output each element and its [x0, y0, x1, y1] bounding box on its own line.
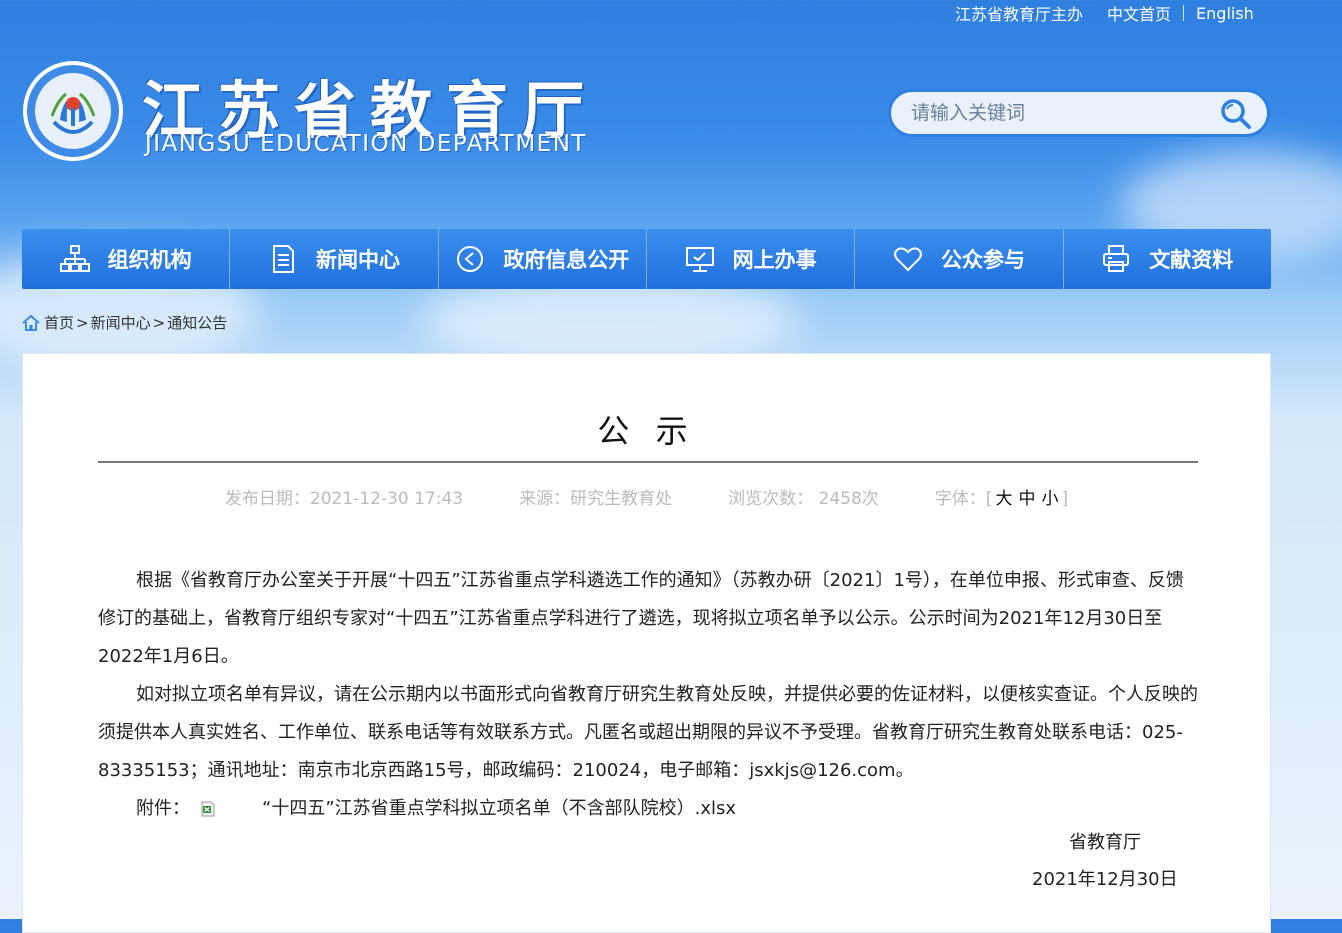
search-input[interactable] [891, 101, 1213, 125]
nav-item-label: 组织机构 [107, 248, 192, 272]
search-icon[interactable] [1219, 97, 1253, 131]
article-body: 根据《省教育厅办公室关于开展“十四五”江苏省重点学科遴选工作的通知》（苏教办研〔… [98, 562, 1198, 828]
play-circle-icon [457, 246, 484, 272]
signature: 省教育厅 [1069, 832, 1141, 853]
breadcrumb-news-link[interactable]: 新闻中心 [91, 312, 151, 333]
top-links: 江苏省教育厅主办 中文首页 English [955, 1, 1254, 25]
attachment-row: 附件： “十四五”江苏省重点学科拟立项名单（不含部队院校）.xlsx [98, 790, 1198, 828]
attachment-link[interactable]: “十四五”江苏省重点学科拟立项名单（不含部队院校）.xlsx [224, 790, 736, 828]
search-box [888, 89, 1270, 137]
article-panel: 公 示 发布日期：2021-12-30 17:43 来源：研究生教育处 浏览次数… [22, 353, 1271, 933]
font-medium-button[interactable]: 中 [1018, 489, 1035, 509]
article-paragraph: 如对拟立项名单有异议，请在公示期内以书面形式向省教育厅研究生教育处反映，并提供必… [98, 684, 1198, 781]
document-icon [272, 245, 294, 273]
font-size-bracket: ] [1061, 489, 1069, 509]
link-divider [1183, 5, 1185, 21]
nav-item-gov-info[interactable]: 政府信息公开 [439, 229, 647, 289]
site-title-english: JIANGSU EDUCATION DEPARTMENT [145, 131, 587, 157]
article-meta: 发布日期：2021-12-30 17:43 来源：研究生教育处 浏览次数： 24… [23, 484, 1270, 509]
nav-item-label: 新闻中心 [315, 248, 400, 272]
breadcrumb: 首页 > 新闻中心 > 通知公告 [22, 312, 227, 333]
title-divider [98, 461, 1198, 463]
nav-item-online-service[interactable]: 网上办事 [647, 229, 856, 289]
jiangsu-education-emblem-icon[interactable] [22, 60, 124, 162]
nav-item-documents[interactable]: 文献资料 [1064, 229, 1271, 289]
english-link[interactable]: English [1196, 4, 1254, 23]
breadcrumb-separator: > [76, 313, 89, 332]
excel-file-icon [201, 801, 215, 817]
attachment-label: 附件： [136, 798, 190, 819]
heart-icon [893, 247, 922, 272]
font-large-button[interactable]: 大 [995, 489, 1012, 509]
article-source: 来源：研究生教育处 [519, 489, 673, 509]
signature-date: 2021年12月30日 [1032, 869, 1178, 890]
chinese-home-link[interactable]: 中文首页 [1107, 1, 1171, 25]
font-size-label: 字体：[ [934, 489, 993, 509]
publish-date: 发布日期：2021-12-30 17:43 [224, 489, 464, 509]
article-paragraph: 根据《省教育厅办公室关于开展“十四五”江苏省重点学科遴选工作的通知》（苏教办研〔… [98, 570, 1184, 667]
sponsor-text: 江苏省教育厅主办 [955, 5, 1084, 24]
article-title: 公 示 [597, 412, 696, 450]
nav-item-news[interactable]: 新闻中心 [230, 229, 439, 289]
font-size-switcher: 字体：[大中小] [935, 484, 1068, 509]
main-nav: 组织机构 新闻中心 政府信息公开 网上办事 公众参与 文献资料 [22, 229, 1271, 289]
org-chart-icon [59, 245, 90, 272]
breadcrumb-home-link[interactable]: 首页 [44, 312, 74, 333]
home-icon [22, 314, 40, 331]
nav-item-label: 文献资料 [1149, 248, 1234, 272]
view-count: 浏览次数： 2458次 [728, 489, 879, 509]
nav-item-label: 公众参与 [940, 248, 1025, 272]
font-small-button[interactable]: 小 [1041, 489, 1058, 509]
monitor-icon [685, 247, 714, 272]
nav-item-label: 政府信息公开 [503, 248, 630, 272]
nav-item-organization[interactable]: 组织机构 [22, 229, 231, 289]
breadcrumb-separator: > [152, 313, 166, 332]
nav-item-label: 网上办事 [732, 248, 817, 272]
nav-item-public-participation[interactable]: 公众参与 [855, 229, 1064, 289]
breadcrumb-current[interactable]: 通知公告 [167, 312, 227, 333]
printer-icon [1103, 245, 1130, 272]
